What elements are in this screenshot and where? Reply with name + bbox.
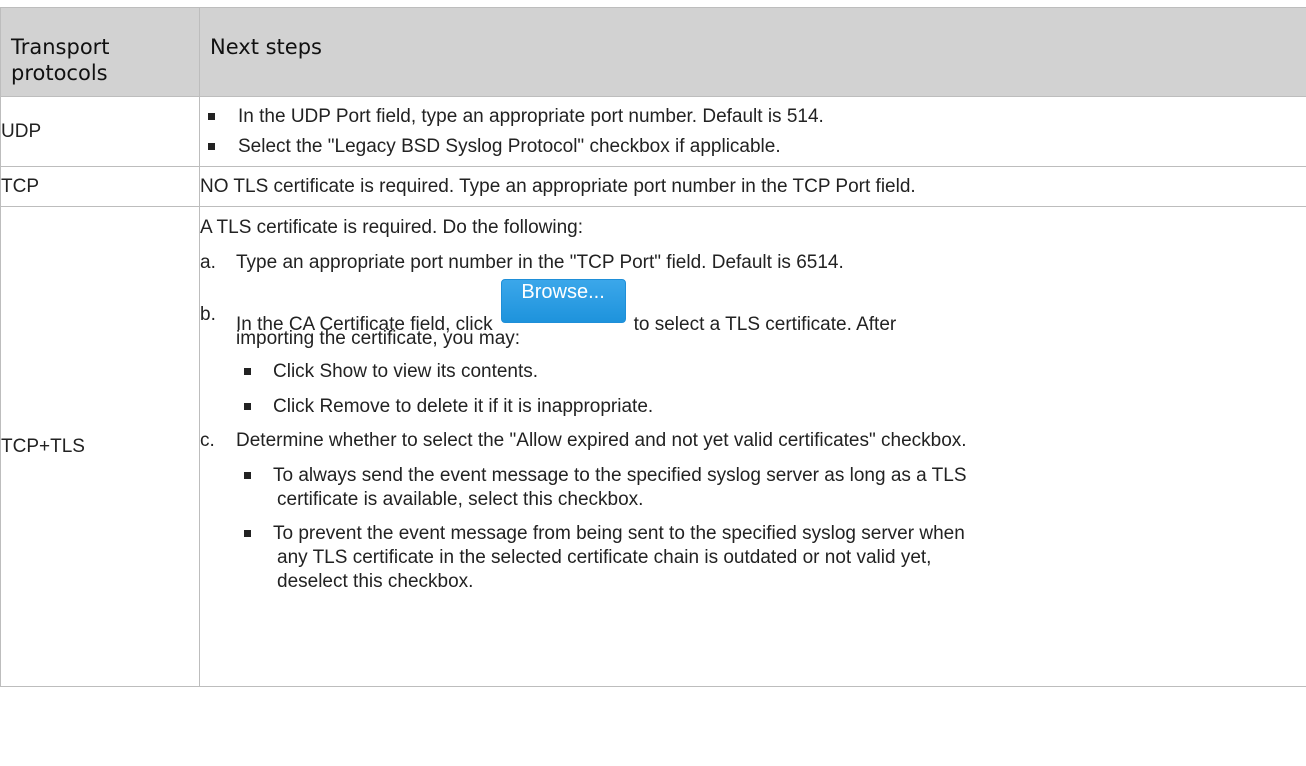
protocol-tcp-tls: TCP+TLS <box>0 206 200 687</box>
step-a-letter: a. <box>200 252 216 273</box>
step-b-before-text: In the CA Certificate field, click <box>236 314 493 336</box>
header-next-steps: Next steps <box>199 7 1306 97</box>
browse-button[interactable]: Browse... <box>500 279 626 323</box>
tls-intro: A TLS certificate is required. Do the fo… <box>200 217 584 238</box>
step-a: a. Type an appropriate port number in th… <box>200 251 1306 275</box>
step-c-bullet-2-line1: To prevent the event message from being … <box>273 523 965 544</box>
step-a-text: Type an appropriate port number in the "… <box>236 252 844 273</box>
bullet-square-icon <box>244 403 251 410</box>
step-b-bullet-2: Click Remove to delete it if it is inapp… <box>273 396 654 417</box>
udp-bullet-1: In the UDP Port field, type an appropria… <box>238 105 824 127</box>
step-c-text: Determine whether to select the "Allow e… <box>236 430 967 451</box>
table-row-tcp-tls: TCP+TLS A TLS certificate is required. D… <box>0 206 1306 687</box>
bullet-square-icon <box>244 472 251 479</box>
step-c: c. Determine whether to select the "Allo… <box>200 429 1306 453</box>
protocol-udp: UDP <box>0 96 200 167</box>
step-b: b. In the CA Certificate field, click Bro… <box>200 279 1306 351</box>
list-item: Click Show to view its contents. <box>200 360 1306 384</box>
step-c-bullet-2-line2: any TLS certificate in the selected cert… <box>277 547 932 568</box>
steps-udp: In the UDP Port field, type an appropria… <box>199 96 1306 167</box>
bullet-square-icon <box>244 530 251 537</box>
step-c-letter: c. <box>200 430 215 451</box>
step-b-letter: b. <box>200 304 216 325</box>
table-row-udp: UDP In the UDP Port field, type an appro… <box>0 96 1306 167</box>
protocol-tcp: TCP <box>0 166 200 207</box>
header-transport-protocols: Transport protocols <box>0 7 200 97</box>
list-item: To always send the event message to the … <box>200 464 1306 512</box>
bullet-square-icon <box>244 368 251 375</box>
steps-tcp: NO TLS certificate is required. Type an … <box>199 166 1306 207</box>
transport-protocols-table: Transport protocols Next steps UDP In th… <box>0 7 1306 687</box>
bullet-square-icon <box>208 142 215 150</box>
step-b-line1: In the CA Certificate field, click Browse… <box>236 279 1306 335</box>
table-header-row: Transport protocols Next steps <box>0 7 1306 97</box>
step-c-bullet-1-line1: To always send the event message to the … <box>273 465 967 486</box>
table-row-tcp: TCP NO TLS certificate is required. Type… <box>0 166 1306 207</box>
header-col1-line2: protocols <box>11 61 108 85</box>
steps-tcp-tls: A TLS certificate is required. Do the fo… <box>199 206 1306 687</box>
list-item: Select the "Legacy BSD Syslog Protocol" … <box>200 135 1306 159</box>
list-item: In the UDP Port field, type an appropria… <box>200 105 1306 129</box>
step-c-bullet-2-line3: deselect this checkbox. <box>277 571 474 592</box>
step-c-bullet-1-line2: certificate is available, select this ch… <box>277 489 644 510</box>
step-b-bullet-1: Click Show to view its contents. <box>273 361 539 382</box>
list-item: To prevent the event message from being … <box>200 522 1306 594</box>
list-item: Click Remove to delete it if it is inapp… <box>200 395 1306 419</box>
udp-bullet-2: Select the "Legacy BSD Syslog Protocol" … <box>238 135 781 157</box>
bullet-square-icon <box>208 112 215 120</box>
header-col1-line1: Transport <box>11 35 110 59</box>
step-b-after-text: to select a TLS certificate. After <box>633 314 897 336</box>
